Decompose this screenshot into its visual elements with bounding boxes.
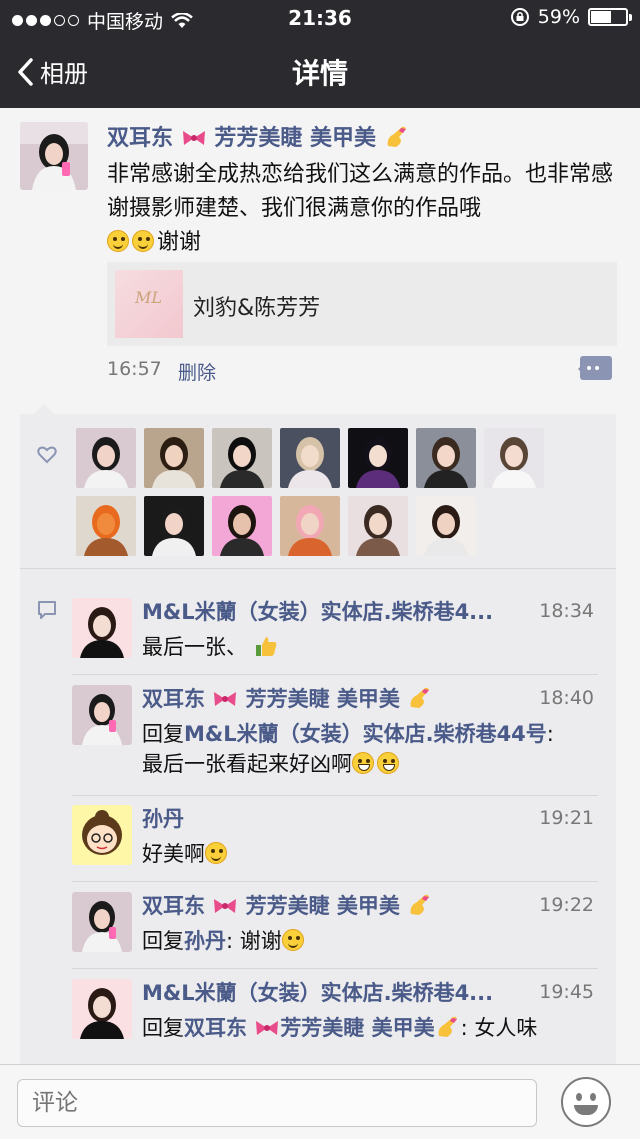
comment-item: 双耳东 芳芳美睫 美甲美 18:40 回复M&L米蘭（女装）实体店.柴桥巷44号… [72, 675, 602, 796]
comment-time: 19:22 [539, 894, 594, 916]
panel-arrow [34, 404, 54, 414]
comment-time: 18:34 [539, 600, 594, 622]
commenter-avatar[interactable] [72, 685, 132, 745]
link-title: 刘豹&陈芳芳 [193, 296, 321, 321]
smile-emoji-icon [132, 230, 154, 252]
grin-emoji-icon [377, 752, 399, 774]
comment-item: 孙丹 19:21 好美啊 [72, 795, 602, 882]
like-avatar[interactable] [484, 428, 544, 488]
like-avatar[interactable] [212, 428, 272, 488]
comment-item: M&L米蘭（女装）实体店.柴桥巷4... 19:45 回复双耳东 芳芳美睫 美甲… [72, 969, 602, 1059]
comment-input-bar [0, 1064, 640, 1139]
delete-button[interactable]: 删除 [178, 358, 216, 385]
comment-input[interactable] [17, 1079, 537, 1127]
header: 中国移动 21:36 59% 相册 详情 [0, 0, 640, 108]
smile-emoji-icon [281, 929, 304, 951]
commenter-name[interactable]: 双耳东 芳芳美睫 美甲美 [142, 890, 522, 920]
reply-target[interactable]: 双耳东 芳芳美睫 美甲美 [184, 1016, 461, 1040]
comment-text: 回复M&L米蘭（女装）实体店.柴桥巷44号: 最后一张看起来好凶啊 [142, 722, 554, 776]
comment-text: 最后一张、 [142, 632, 602, 662]
like-avatar[interactable] [348, 496, 408, 556]
link-thumbnail [115, 270, 183, 338]
like-avatar[interactable] [76, 496, 136, 556]
like-avatar[interactable] [144, 428, 204, 488]
like-avatar[interactable] [280, 496, 340, 556]
grin-emoji-icon [352, 752, 374, 774]
nail-polish-emoji-icon [438, 1016, 457, 1037]
status-right: 59% [510, 6, 632, 28]
like-avatar[interactable] [144, 496, 204, 556]
like-avatar[interactable] [76, 428, 136, 488]
interaction-panel: M&L米蘭（女装）实体店.柴桥巷4... 18:34 最后一张、 双耳东 芳芳美… [20, 414, 616, 1064]
comment-item: 双耳东 芳芳美睫 美甲美 19:22 回复孙丹: 谢谢 [72, 882, 602, 969]
bow-emoji-icon [214, 692, 237, 706]
battery-percent: 59% [537, 6, 580, 28]
nail-polish-emoji-icon [410, 894, 430, 915]
bow-emoji-icon [182, 131, 205, 145]
navigation-bar: 相册 详情 [0, 36, 640, 108]
comment-item: M&L米蘭（女装）实体店.柴桥巷4... 18:34 最后一张、 [72, 588, 602, 675]
comment-text: 回复双耳东 芳芳美睫 美甲美: 女人味 [142, 1016, 538, 1040]
commenter-avatar[interactable] [72, 892, 132, 952]
nail-polish-emoji-icon [410, 687, 430, 708]
commenter-name[interactable]: M&L米蘭（女装）实体店.柴桥巷4... [142, 596, 522, 626]
emoji-picker-icon[interactable] [561, 1077, 611, 1127]
commenter-avatar[interactable] [72, 805, 132, 865]
battery-icon [588, 8, 632, 26]
smile-emoji-icon [205, 842, 227, 864]
comment-bubble-icon [38, 601, 56, 619]
comment-text: 好美啊 [142, 839, 602, 869]
bow-emoji-icon [256, 1021, 279, 1035]
reply-target[interactable]: M&L米蘭（女装）实体店.柴桥巷44号 [184, 722, 547, 746]
nail-polish-emoji-icon [387, 126, 406, 147]
likes-avatar-grid [76, 428, 556, 556]
comment-time: 19:21 [539, 807, 594, 829]
status-bar: 中国移动 21:36 59% [0, 0, 640, 36]
comment-time: 18:40 [539, 687, 594, 709]
comment-action-icon[interactable] [578, 356, 612, 380]
commenter-avatar[interactable] [72, 979, 132, 1039]
shared-link-card[interactable]: 刘豹&陈芳芳 [107, 262, 617, 346]
author-avatar[interactable] [20, 122, 88, 190]
smile-emoji-icon [107, 230, 129, 252]
post-time: 16:57 [107, 358, 162, 380]
page-title: 详情 [291, 57, 348, 90]
commenter-name[interactable]: M&L米蘭（女装）实体店.柴桥巷4... [142, 977, 522, 1007]
rotation-lock-icon [510, 8, 529, 26]
post-text: 非常感谢全成热恋给我们这么满意的作品。也非常感谢摄影师建楚、我们很满意你的作品哦… [107, 162, 614, 255]
commenter-name[interactable]: 双耳东 芳芳美睫 美甲美 [142, 683, 522, 713]
divider [20, 568, 616, 569]
reply-target[interactable]: 孙丹 [184, 929, 226, 953]
like-avatar[interactable] [416, 496, 476, 556]
thumbs-up-emoji-icon [255, 637, 277, 656]
bow-emoji-icon [214, 899, 237, 913]
moment-post: 双耳东 芳芳美睫 美甲美 非常感谢全成热恋给我们这么满意的作品。也非常感谢摄影师… [0, 108, 640, 408]
like-avatar[interactable] [348, 428, 408, 488]
post-author[interactable]: 双耳东 芳芳美睫 美甲美 [107, 120, 410, 152]
like-avatar[interactable] [416, 428, 476, 488]
commenter-name[interactable]: 孙丹 [142, 803, 522, 833]
comment-time: 19:45 [539, 981, 594, 1003]
comment-text: 回复孙丹: 谢谢 [142, 926, 602, 956]
heart-icon [37, 446, 57, 464]
commenter-avatar[interactable] [72, 598, 132, 658]
like-avatar[interactable] [280, 428, 340, 488]
like-avatar[interactable] [212, 496, 272, 556]
